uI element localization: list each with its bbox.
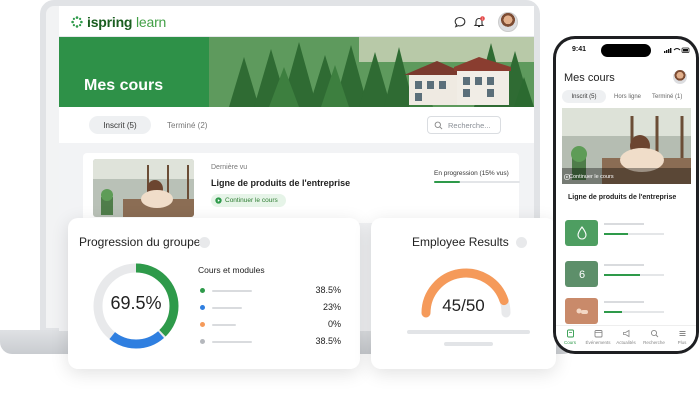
list-item[interactable] bbox=[562, 298, 691, 324]
placeholder-bar bbox=[407, 330, 530, 334]
app-header: ispring learn 1 bbox=[59, 6, 534, 37]
legend-placeholder-bar bbox=[212, 307, 242, 309]
continue-course-label: Continuer le cours bbox=[225, 197, 278, 204]
course-progress-text: En progression (15% vus) bbox=[434, 170, 509, 177]
tab-enrolled[interactable]: Inscrit (5) bbox=[89, 116, 151, 134]
nav-search[interactable]: Recherche bbox=[640, 329, 668, 345]
legend-dot-gray bbox=[200, 339, 205, 344]
employee-results-value: 45/50 bbox=[442, 296, 485, 315]
phone-screen: 9:41 Mes cours Inscrit (5) Hors ligne Te… bbox=[556, 39, 696, 351]
item-progress-fill bbox=[604, 311, 622, 313]
calendar-icon bbox=[594, 330, 602, 338]
marketing-composite: ispring learn 1 Mes cours Inscrit (5) Te… bbox=[0, 0, 700, 403]
legend-value: 38.5% bbox=[315, 285, 341, 295]
legend-placeholder-bar bbox=[212, 324, 236, 326]
item-progress-fill bbox=[604, 233, 628, 235]
course-progress-bar bbox=[434, 181, 520, 183]
phone-hero-image[interactable] bbox=[562, 108, 691, 184]
legend-placeholder-bar bbox=[212, 290, 252, 292]
search-icon bbox=[434, 121, 443, 130]
chat-icon[interactable] bbox=[454, 16, 466, 28]
phone-tab-completed[interactable]: Terminé (1) bbox=[652, 94, 682, 100]
legend-value: 0% bbox=[327, 319, 341, 329]
legend-item: 38.5% bbox=[198, 285, 343, 296]
search-placeholder: Recherche... bbox=[448, 120, 491, 130]
item-progress-fill bbox=[604, 274, 640, 276]
course-card[interactable]: Dernière vu Ligne de produits de l'entre… bbox=[83, 153, 520, 223]
nav-label: Actualités bbox=[616, 340, 636, 345]
legend-item: 23% bbox=[198, 302, 343, 313]
tab-completed[interactable]: Terminé (2) bbox=[167, 121, 207, 130]
forest-illustration bbox=[59, 37, 534, 107]
logo-text: ispring learn bbox=[87, 14, 167, 30]
phone-bottom-nav: Cours Événements Actualités Recherche Pl… bbox=[556, 325, 696, 351]
page-title: Mes cours bbox=[84, 77, 164, 94]
svg-text:6: 6 bbox=[578, 269, 584, 281]
nav-label: Événements bbox=[585, 340, 611, 345]
massage-icon bbox=[565, 298, 598, 324]
legend-dot-blue bbox=[200, 305, 205, 310]
legend-dot-green bbox=[200, 288, 205, 293]
list-item[interactable]: 6 bbox=[562, 261, 691, 287]
list-item[interactable] bbox=[562, 220, 691, 246]
nav-label: Recherche bbox=[643, 340, 665, 345]
ispring-logo[interactable]: ispring learn bbox=[71, 14, 166, 30]
banner: Mes cours bbox=[59, 37, 534, 107]
nav-label: Plus bbox=[677, 340, 687, 345]
course-thumbnail bbox=[93, 159, 194, 217]
legend-item: 0% bbox=[198, 319, 343, 330]
course-progress-fill bbox=[434, 181, 460, 183]
group-progress-title: Progression du groupe bbox=[79, 235, 201, 249]
info-dot-icon[interactable] bbox=[199, 237, 210, 248]
book-icon bbox=[566, 329, 574, 338]
continue-course-button[interactable]: Continuer le cours bbox=[211, 194, 286, 207]
phone-course-title[interactable]: Ligne de produits de l'entreprise bbox=[568, 194, 676, 201]
group-progress-card: Progression du groupe 69.5% Cours et mod… bbox=[68, 218, 360, 369]
legend-value: 38.5% bbox=[315, 336, 341, 346]
course-title[interactable]: Ligne de produits de l'entreprise bbox=[211, 178, 350, 188]
group-progress-value: 69.5% bbox=[110, 293, 162, 313]
item-progress-bar bbox=[604, 274, 664, 276]
info-dot-icon[interactable] bbox=[516, 237, 527, 248]
phone-tab-enrolled[interactable]: Inscrit (5) bbox=[562, 90, 606, 103]
placeholder-line bbox=[604, 301, 644, 303]
legend-dot-orange bbox=[200, 322, 205, 327]
dynamic-island bbox=[601, 44, 651, 57]
user-avatar[interactable] bbox=[498, 12, 518, 32]
drop-icon bbox=[565, 220, 598, 246]
placeholder-bar bbox=[444, 342, 493, 346]
bell-icon[interactable]: 1 bbox=[473, 16, 485, 28]
employee-results-card: Employee Results 45/50 bbox=[371, 218, 556, 369]
nav-courses[interactable]: Cours bbox=[556, 329, 584, 345]
item-progress-bar bbox=[604, 233, 664, 235]
status-icons bbox=[664, 47, 690, 53]
phone-avatar[interactable] bbox=[673, 70, 687, 84]
ispring-logo-icon bbox=[71, 16, 83, 28]
nav-label: Cours bbox=[563, 340, 576, 345]
placeholder-line bbox=[604, 223, 644, 225]
megaphone-icon bbox=[622, 329, 629, 338]
status-time: 9:41 bbox=[572, 46, 587, 53]
legend-item: 38.5% bbox=[198, 336, 343, 347]
menu-icon bbox=[679, 331, 685, 336]
tabs-bar: Inscrit (5) Terminé (2) Recherche... bbox=[59, 107, 534, 143]
item-progress-bar bbox=[604, 311, 664, 313]
phone-continue-label[interactable]: Continuer le cours bbox=[569, 174, 614, 180]
phone-page-title: Mes cours bbox=[564, 72, 615, 84]
nav-news[interactable]: Actualités bbox=[612, 329, 640, 345]
search-icon bbox=[650, 329, 658, 338]
nav-events[interactable]: Événements bbox=[584, 329, 612, 345]
legend-value: 23% bbox=[322, 302, 341, 312]
phone-tab-offline[interactable]: Hors ligne bbox=[614, 94, 641, 100]
employee-results-title: Employee Results bbox=[412, 235, 509, 249]
number-six-icon: 6 bbox=[565, 261, 598, 287]
play-icon bbox=[215, 197, 222, 204]
placeholder-line bbox=[604, 264, 644, 266]
search-input[interactable]: Recherche... bbox=[427, 116, 501, 134]
legend-placeholder-bar bbox=[212, 341, 252, 343]
phone-frame: 9:41 Mes cours Inscrit (5) Hors ligne Te… bbox=[553, 36, 699, 354]
legend-title: Cours et modules bbox=[198, 265, 265, 275]
course-label: Dernière vu bbox=[211, 164, 248, 171]
nav-more[interactable]: Plus bbox=[668, 329, 696, 345]
